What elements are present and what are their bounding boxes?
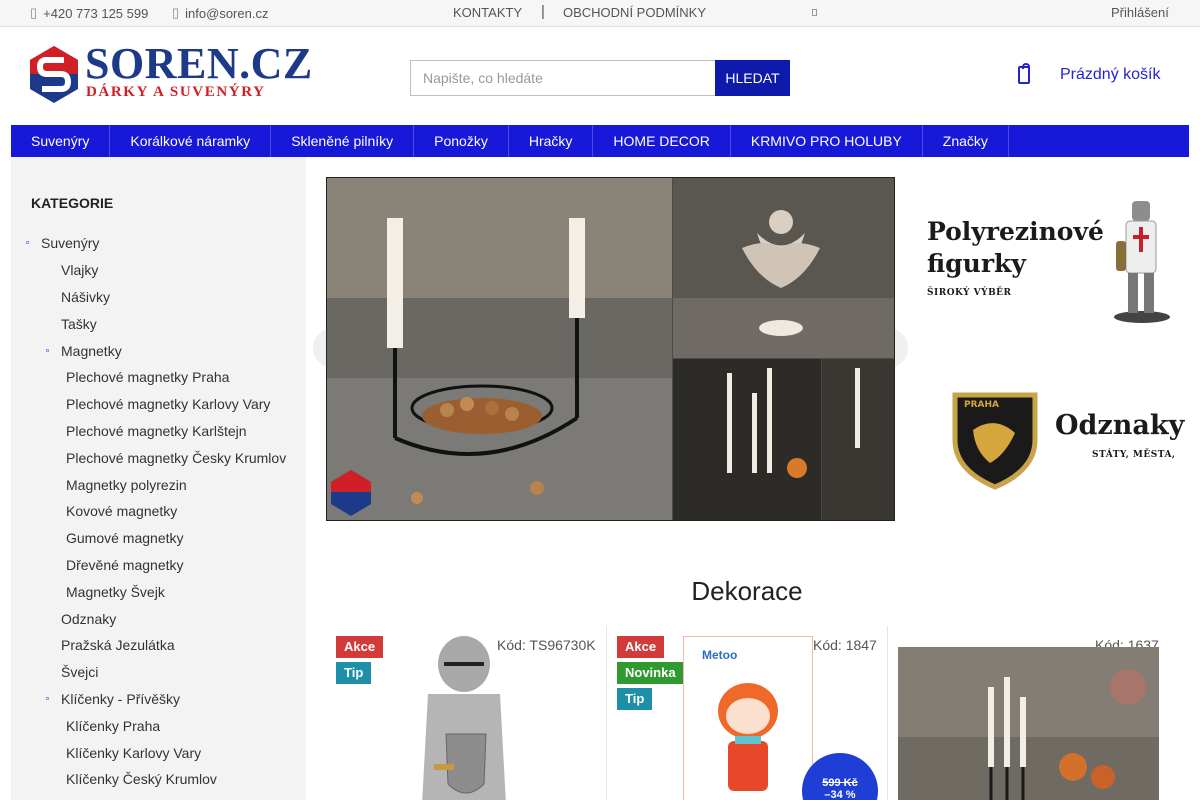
phone-icon: ▯	[30, 5, 38, 20]
sidebar-item-suvenyry[interactable]: Suvenýry	[26, 235, 100, 251]
sidebar-item-gumove-magnetky[interactable]: Gumové magnetky	[66, 530, 184, 546]
phone-contact[interactable]: ▯ +420 773 125 599	[30, 5, 148, 21]
promo-figurines-title-2: figurky	[927, 249, 1026, 278]
cart-link[interactable]: Prázdný košík	[1018, 63, 1161, 84]
sidebar-item-drevene-magnetky[interactable]: Dřevěné magnetky	[66, 557, 184, 573]
sidebar-item-plechove-magnetky-cesky-krumlov[interactable]: Plechové magnetky Česky Krumlov	[66, 450, 286, 466]
badge-novinka: Novinka	[617, 662, 684, 684]
knight-figurine-icon	[1114, 201, 1170, 323]
sidebar-item-odznaky[interactable]: Odznaky	[61, 611, 116, 627]
promo-badges[interactable]: PRAHA Odznaky STÁTY, MĚSTA,	[915, 380, 1185, 495]
promo-badges-title: Odznaky	[1055, 410, 1185, 441]
nav-item-sklenene-pilniky[interactable]: Skleněné pilníky	[271, 125, 415, 157]
logo-tagline: DÁRKY A SUVENÝRY	[86, 84, 266, 100]
product-image[interactable]	[898, 647, 1159, 800]
badge-tip: Tip	[617, 688, 653, 710]
sidebar-item-magnetky-polyrezin[interactable]: Magnetky polyrezin	[66, 477, 187, 493]
sidebar-item-prazska-jezulatka[interactable]: Pražská Jezulátka	[61, 637, 175, 653]
brand-label: Metoo	[702, 648, 738, 662]
expand-icon[interactable]	[46, 349, 49, 352]
cart-icon	[1018, 63, 1030, 84]
phone-number[interactable]: +420 773 125 599	[43, 6, 148, 21]
login-link[interactable]: Přihlášení	[1111, 5, 1169, 20]
top-bar: ▯ +420 773 125 599 ▯ info@soren.cz KONTA…	[0, 0, 1200, 27]
search-form: HLEDAT	[410, 60, 790, 96]
sidebar-item-klicenky-praha[interactable]: Klíčenky Praha	[66, 718, 160, 734]
promo-figurines[interactable]: Polyrezinové figurky ŠIROKÝ VÝBĚR	[915, 195, 1185, 330]
logo-mark-icon	[30, 46, 78, 103]
sidebar-item-label: Suvenýry	[41, 235, 100, 251]
sidebar-item-klicenky-priveky[interactable]: Klíčenky - Přívěšky	[46, 691, 181, 707]
sidebar-item-magnetky-svejk[interactable]: Magnetky Švejk	[66, 584, 165, 600]
praha-badge-text: PRAHA	[964, 400, 999, 410]
product-code: Kód: 1847	[813, 637, 877, 653]
promo-figurines-subtitle: ŠIROKÝ VÝBĚR	[927, 288, 1012, 298]
sidebar-item-plechove-magnetky-praha[interactable]: Plechové magnetky Praha	[66, 369, 229, 385]
expand-icon[interactable]	[26, 241, 29, 244]
sidebar-item-kovove-magnetky[interactable]: Kovové magnetky	[66, 503, 177, 519]
logo-name: SOREN.CZ	[85, 39, 313, 88]
sidebar-item-klicenky-karlovy-vary[interactable]: Klíčenky Karlovy Vary	[66, 745, 201, 761]
old-price: 599 Kč	[822, 777, 858, 789]
nav-item-krmivo-pro-holuby[interactable]: KRMIVO PRO HOLUBY	[731, 125, 923, 157]
sidebar-item-magnetky[interactable]: Magnetky	[46, 343, 122, 359]
category-sidebar: KATEGORIE Suvenýry Vlajky Nášivky Tašky …	[11, 157, 306, 800]
email-icon: ▯	[172, 5, 180, 20]
product-card[interactable]: Akce Tip Kód: TS96730K	[326, 626, 607, 800]
nav-item-suvenyry[interactable]: Suvenýry	[11, 125, 111, 157]
nav-item-ponozky[interactable]: Ponožky	[414, 125, 509, 157]
sidebar-item-tasky[interactable]: Tašky	[61, 316, 97, 332]
discount-percent: –34 %	[824, 789, 856, 800]
product-image[interactable]	[406, 634, 526, 800]
sidebar-item-klicenky-cesky-krumlov[interactable]: Klíčenky Český Krumlov	[66, 771, 217, 787]
sidebar-item-label: Klíčenky - Přívěšky	[61, 691, 181, 707]
promo-badges-subtitle: STÁTY, MĚSTA,	[1092, 450, 1176, 460]
divider: |	[541, 3, 545, 20]
terms-link[interactable]: OBCHODNÍ PODMÍNKY	[563, 5, 706, 20]
expand-icon[interactable]	[46, 697, 49, 700]
badge-akce: Akce	[617, 636, 665, 658]
sidebar-item-vlajky[interactable]: Vlajky	[61, 262, 98, 278]
sidebar-item-plechove-magnetky-karlstejn[interactable]: Plechové magnetky Karlštejn	[66, 423, 247, 439]
section-title: Dekorace	[691, 576, 803, 606]
main-navigation: Suvenýry Korálkové náramky Skleněné piln…	[11, 125, 1189, 157]
sidebar-item-svejci[interactable]: Švejci	[61, 664, 98, 680]
cart-label: Prázdný košík	[1060, 66, 1161, 83]
sidebar-item-nasivky[interactable]: Nášivky	[61, 289, 110, 305]
search-button[interactable]: HLEDAT	[715, 60, 790, 96]
badge-akce: Akce	[336, 636, 384, 658]
product-card[interactable]: Akce Novinka Tip Kód: 1847 Metoo 599 Kč …	[607, 626, 888, 800]
email-address[interactable]: info@soren.cz	[185, 6, 268, 21]
language-icon[interactable]	[812, 9, 817, 16]
product-card[interactable]: Kód: 1637	[888, 626, 1168, 800]
sidebar-title: KATEGORIE	[31, 195, 114, 211]
email-contact[interactable]: ▯ info@soren.cz	[172, 5, 268, 21]
hero-carousel[interactable]	[326, 177, 895, 521]
badge-tip: Tip	[336, 662, 372, 684]
contacts-link[interactable]: KONTAKTY	[453, 5, 522, 20]
nav-item-znacky[interactable]: Značky	[923, 125, 1009, 157]
nav-item-koralkove-naramky[interactable]: Korálkové náramky	[110, 125, 272, 157]
sidebar-item-label: Magnetky	[61, 343, 122, 359]
sidebar-item-plechove-magnetky-karlovy-vary[interactable]: Plechové magnetky Karlovy Vary	[66, 396, 270, 412]
promo-figurines-title-1: Polyrezinové	[927, 217, 1104, 246]
nav-item-hracky[interactable]: Hračky	[509, 125, 594, 157]
site-logo[interactable]: SOREN.CZ DÁRKY A SUVENÝRY	[30, 42, 320, 104]
discount-badge: 599 Kč –34 %	[802, 753, 878, 800]
nav-item-home-decor[interactable]: HOME DECOR	[593, 125, 731, 157]
search-input[interactable]	[410, 60, 716, 96]
hero-image	[327, 178, 894, 520]
